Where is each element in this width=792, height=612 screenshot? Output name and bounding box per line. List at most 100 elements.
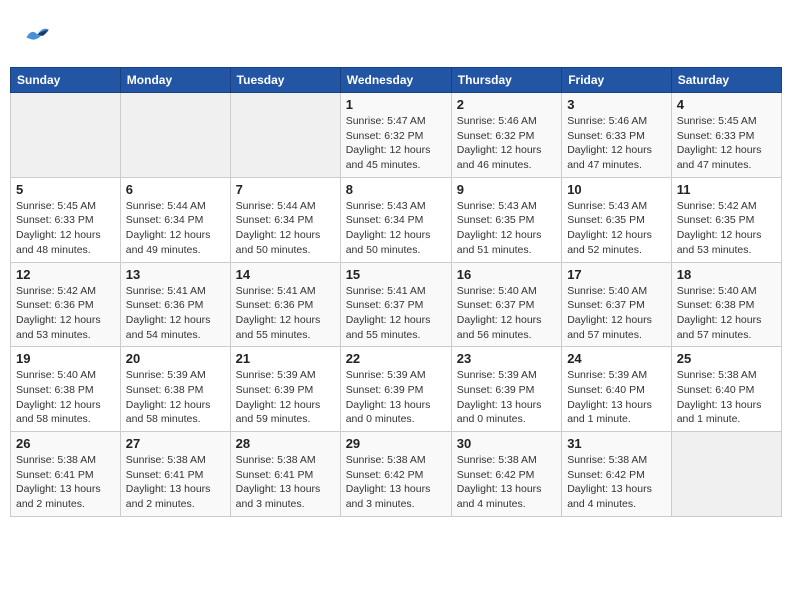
- day-info: Sunrise: 5:42 AMSunset: 6:36 PMDaylight:…: [16, 284, 115, 343]
- weekday-header-tuesday: Tuesday: [230, 68, 340, 93]
- day-info: Sunrise: 5:39 AMSunset: 6:38 PMDaylight:…: [126, 368, 225, 427]
- day-number: 9: [457, 182, 556, 197]
- day-number: 4: [677, 97, 776, 112]
- day-info: Sunrise: 5:39 AMSunset: 6:39 PMDaylight:…: [457, 368, 556, 427]
- day-info: Sunrise: 5:40 AMSunset: 6:37 PMDaylight:…: [567, 284, 666, 343]
- day-cell: 19Sunrise: 5:40 AMSunset: 6:38 PMDayligh…: [11, 347, 121, 432]
- week-row-4: 19Sunrise: 5:40 AMSunset: 6:38 PMDayligh…: [11, 347, 782, 432]
- day-number: 15: [346, 267, 446, 282]
- day-cell: 24 Sunrise: 5:39 AMSunset: 6:40 PMDayligh…: [562, 347, 672, 432]
- day-number: 18: [677, 267, 776, 282]
- day-number: 26: [16, 436, 115, 451]
- day-number: 22: [346, 351, 446, 366]
- day-number: 12: [16, 267, 115, 282]
- day-cell: 20 Sunrise: 5:39 AMSunset: 6:38 PMDayligh…: [120, 347, 230, 432]
- day-cell: 17 Sunrise: 5:40 AMSunset: 6:37 PMDayligh…: [562, 262, 672, 347]
- day-info: Sunrise: 5:41 AMSunset: 6:36 PMDaylight:…: [126, 284, 225, 343]
- day-info: Sunrise: 5:39 AMSunset: 6:39 PMDaylight:…: [236, 368, 335, 427]
- day-number: 21: [236, 351, 335, 366]
- day-number: 31: [567, 436, 666, 451]
- day-cell: [120, 93, 230, 178]
- day-number: 14: [236, 267, 335, 282]
- day-info: Sunrise: 5:43 AMSunset: 6:35 PMDaylight:…: [457, 199, 556, 258]
- day-cell: 23Sunrise: 5:39 AMSunset: 6:39 PMDayligh…: [451, 347, 561, 432]
- day-number: 30: [457, 436, 556, 451]
- day-info: Sunrise: 5:41 AMSunset: 6:36 PMDaylight:…: [236, 284, 335, 343]
- day-cell: 4Sunrise: 5:45 AMSunset: 6:33 PMDaylight…: [671, 93, 781, 178]
- day-cell: 3 Sunrise: 5:46 AMSunset: 6:33 PMDaylight…: [562, 93, 672, 178]
- day-info: Sunrise: 5:40 AMSunset: 6:38 PMDaylight:…: [677, 284, 776, 343]
- day-number: 25: [677, 351, 776, 366]
- day-cell: 29 Sunrise: 5:38 AMSunset: 6:42 PMDayligh…: [340, 432, 451, 517]
- day-cell: 2 Sunrise: 5:46 AMSunset: 6:32 PMDaylight…: [451, 93, 561, 178]
- day-number: 24: [567, 351, 666, 366]
- day-number: 17: [567, 267, 666, 282]
- day-cell: 5 Sunrise: 5:45 AMSunset: 6:33 PMDaylight…: [11, 177, 121, 262]
- day-info: Sunrise: 5:38 AMSunset: 6:41 PMDaylight:…: [236, 453, 335, 512]
- logo: [20, 20, 54, 57]
- day-number: 16: [457, 267, 556, 282]
- day-info: Sunrise: 5:39 AMSunset: 6:39 PMDaylight:…: [346, 368, 446, 427]
- week-row-5: 26 Sunrise: 5:38 AMSunset: 6:41 PMDayligh…: [11, 432, 782, 517]
- day-info: Sunrise: 5:43 AMSunset: 6:35 PMDaylight:…: [567, 199, 666, 258]
- day-number: 28: [236, 436, 335, 451]
- day-cell: 6 Sunrise: 5:44 AMSunset: 6:34 PMDaylight…: [120, 177, 230, 262]
- day-info: Sunrise: 5:41 AMSunset: 6:37 PMDaylight:…: [346, 284, 446, 343]
- day-cell: 18 Sunrise: 5:40 AMSunset: 6:38 PMDayligh…: [671, 262, 781, 347]
- day-cell: [671, 432, 781, 517]
- day-cell: [230, 93, 340, 178]
- day-cell: 31 Sunrise: 5:38 AMSunset: 6:42 PMDayligh…: [562, 432, 672, 517]
- day-info: Sunrise: 5:38 AMSunset: 6:42 PMDaylight:…: [457, 453, 556, 512]
- week-row-2: 5 Sunrise: 5:45 AMSunset: 6:33 PMDaylight…: [11, 177, 782, 262]
- day-number: 1: [346, 97, 446, 112]
- day-cell: 16 Sunrise: 5:40 AMSunset: 6:37 PMDayligh…: [451, 262, 561, 347]
- day-cell: 15 Sunrise: 5:41 AMSunset: 6:37 PMDayligh…: [340, 262, 451, 347]
- day-info: Sunrise: 5:43 AMSunset: 6:34 PMDaylight:…: [346, 199, 446, 258]
- weekday-header-monday: Monday: [120, 68, 230, 93]
- week-row-3: 12 Sunrise: 5:42 AMSunset: 6:36 PMDayligh…: [11, 262, 782, 347]
- weekday-header-wednesday: Wednesday: [340, 68, 451, 93]
- day-cell: 13Sunrise: 5:41 AMSunset: 6:36 PMDayligh…: [120, 262, 230, 347]
- day-cell: 14 Sunrise: 5:41 AMSunset: 6:36 PMDayligh…: [230, 262, 340, 347]
- day-number: 7: [236, 182, 335, 197]
- day-number: 29: [346, 436, 446, 451]
- day-cell: 28 Sunrise: 5:38 AMSunset: 6:41 PMDayligh…: [230, 432, 340, 517]
- weekday-header-row: SundayMondayTuesdayWednesdayThursdayFrid…: [11, 68, 782, 93]
- day-cell: 30 Sunrise: 5:38 AMSunset: 6:42 PMDayligh…: [451, 432, 561, 517]
- day-cell: 10 Sunrise: 5:43 AMSunset: 6:35 PMDayligh…: [562, 177, 672, 262]
- page-header: [10, 10, 782, 62]
- day-info: Sunrise: 5:46 AMSunset: 6:32 PMDaylight:…: [457, 114, 556, 173]
- day-info: Sunrise: 5:40 AMSunset: 6:37 PMDaylight:…: [457, 284, 556, 343]
- day-number: 27: [126, 436, 225, 451]
- weekday-header-saturday: Saturday: [671, 68, 781, 93]
- day-info: Sunrise: 5:39 AMSunset: 6:40 PMDaylight:…: [567, 368, 666, 427]
- weekday-header-sunday: Sunday: [11, 68, 121, 93]
- logo-icon: [20, 20, 52, 57]
- day-cell: 9 Sunrise: 5:43 AMSunset: 6:35 PMDaylight…: [451, 177, 561, 262]
- day-number: 5: [16, 182, 115, 197]
- day-cell: 21 Sunrise: 5:39 AMSunset: 6:39 PMDayligh…: [230, 347, 340, 432]
- day-cell: 27Sunrise: 5:38 AMSunset: 6:41 PMDayligh…: [120, 432, 230, 517]
- day-number: 11: [677, 182, 776, 197]
- day-info: Sunrise: 5:38 AMSunset: 6:40 PMDaylight:…: [677, 368, 776, 427]
- day-number: 6: [126, 182, 225, 197]
- day-cell: 25 Sunrise: 5:38 AMSunset: 6:40 PMDayligh…: [671, 347, 781, 432]
- day-cell: [11, 93, 121, 178]
- weekday-header-friday: Friday: [562, 68, 672, 93]
- day-info: Sunrise: 5:46 AMSunset: 6:33 PMDaylight:…: [567, 114, 666, 173]
- day-number: 10: [567, 182, 666, 197]
- day-info: Sunrise: 5:38 AMSunset: 6:42 PMDaylight:…: [346, 453, 446, 512]
- day-number: 2: [457, 97, 556, 112]
- day-info: Sunrise: 5:44 AMSunset: 6:34 PMDaylight:…: [236, 199, 335, 258]
- day-number: 19: [16, 351, 115, 366]
- day-cell: 12 Sunrise: 5:42 AMSunset: 6:36 PMDayligh…: [11, 262, 121, 347]
- day-info: Sunrise: 5:45 AMSunset: 6:33 PMDaylight:…: [16, 199, 115, 258]
- day-info: Sunrise: 5:47 AMSunset: 6:32 PMDaylight:…: [346, 114, 446, 173]
- day-info: Sunrise: 5:38 AMSunset: 6:42 PMDaylight:…: [567, 453, 666, 512]
- day-info: Sunrise: 5:44 AMSunset: 6:34 PMDaylight:…: [126, 199, 225, 258]
- day-number: 20: [126, 351, 225, 366]
- calendar-table: SundayMondayTuesdayWednesdayThursdayFrid…: [10, 67, 782, 517]
- day-number: 3: [567, 97, 666, 112]
- day-cell: 8Sunrise: 5:43 AMSunset: 6:34 PMDaylight…: [340, 177, 451, 262]
- day-cell: 7 Sunrise: 5:44 AMSunset: 6:34 PMDaylight…: [230, 177, 340, 262]
